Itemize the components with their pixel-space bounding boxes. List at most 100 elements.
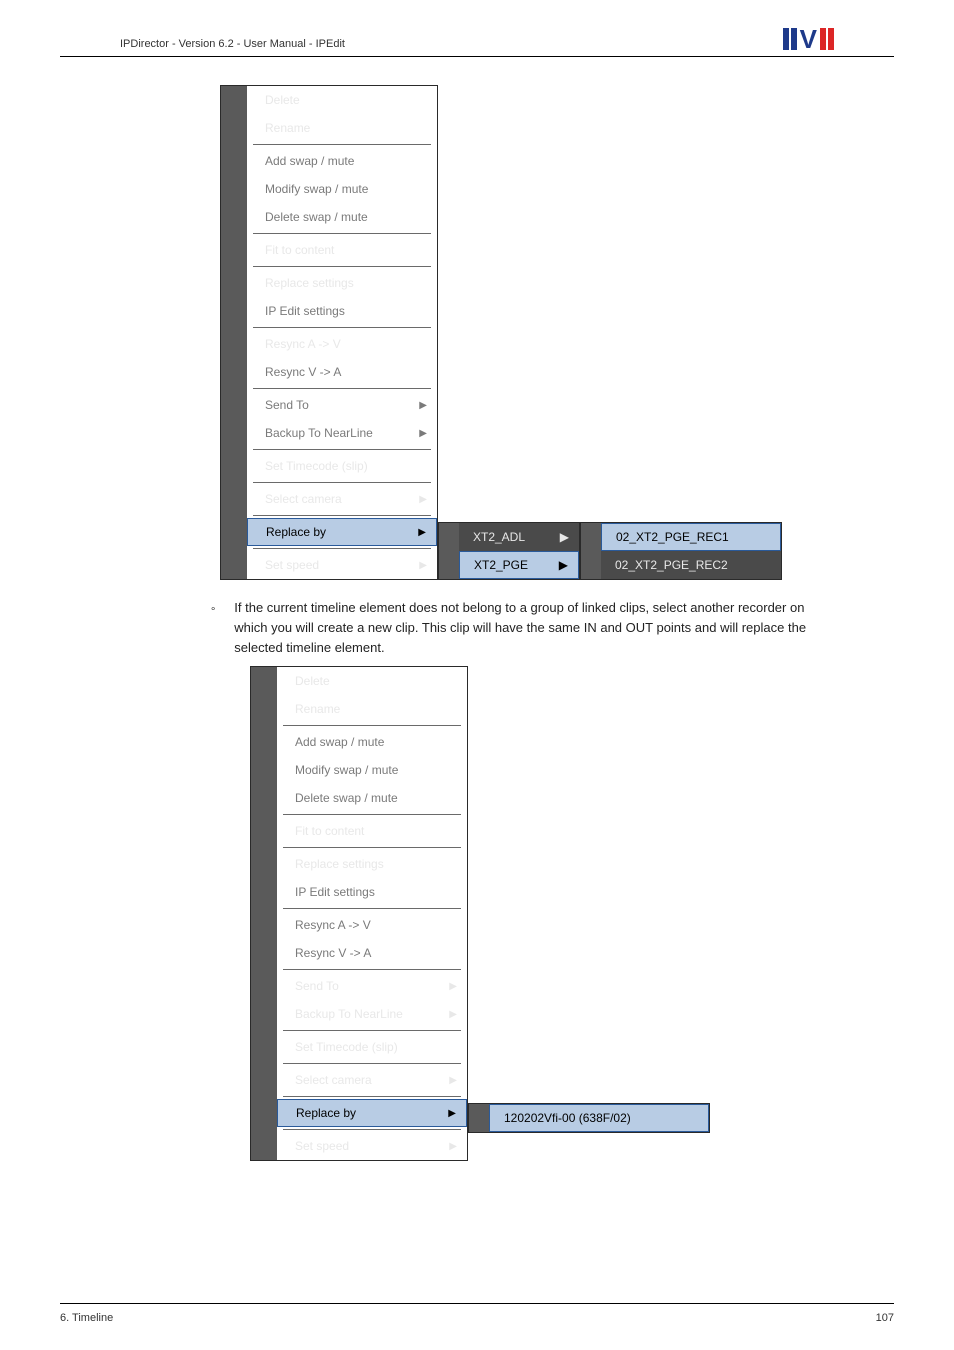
logo-v-icon: V [800,28,817,50]
menu-select-camera-label: Select camera [295,1073,372,1087]
menu-replace-by-label: Replace by [266,525,326,539]
footer-section: 6. Timeline [60,1312,113,1324]
menu-replace-by[interactable]: Replace by ▶ [247,518,437,546]
submenu-xt2-pge-label: XT2_PGE [474,558,528,572]
menu-modify-swap: Modify swap / mute [277,756,467,784]
menu-gutter [469,1104,489,1132]
menu-separator [283,1096,461,1097]
bullet-icon: ∘ [210,598,216,658]
submenu-recorder-item[interactable]: 120202Vfi-00 (638F/02) [489,1104,709,1132]
menu-separator [253,515,431,516]
menu-select-camera[interactable]: Select camera ▶ [247,485,437,513]
chevron-right-icon: ▶ [448,1108,456,1119]
menu-delete[interactable]: Delete [247,86,437,114]
menu-backup-label: Backup To NearLine [295,1007,403,1021]
logo-bar-left2-icon [791,28,797,50]
submenu-rec1[interactable]: 02_XT2_PGE_REC1 [601,523,781,551]
menu-separator [253,144,431,145]
menu-send-to: Send To ▶ [247,391,437,419]
menu-resync-a-v: Resync A -> V [277,911,467,939]
chevron-right-icon: ▶ [449,1141,457,1152]
submenu-recorder-single: 120202Vfi-00 (638F/02) [468,1103,710,1133]
menu-separator [283,908,461,909]
submenu-xt2-adl[interactable]: XT2_ADL ▶ [459,523,579,551]
menu-gutter [581,523,601,579]
menu-separator [283,725,461,726]
menu-select-camera-label: Select camera [265,492,342,506]
chevron-right-icon: ▶ [449,981,457,992]
menu-modify-swap: Modify swap / mute [247,175,437,203]
menu-resync-v-a: Resync V -> A [247,358,437,386]
menu-separator [253,449,431,450]
chevron-right-icon: ▶ [418,527,426,538]
menu-backup-nearline: Backup To NearLine ▶ [247,419,437,447]
menu-set-speed-label: Set speed [265,558,319,572]
menu-delete-swap: Delete swap / mute [247,203,437,231]
menu-rename[interactable]: Rename [277,695,467,723]
menu-separator [253,482,431,483]
logo: V [783,28,834,50]
menu-add-swap: Add swap / mute [277,728,467,756]
menu-gutter [221,86,247,579]
menu-replace-by[interactable]: Replace by ▶ [277,1099,467,1127]
menu-delete[interactable]: Delete [277,667,467,695]
chevron-right-icon: ▶ [449,1075,457,1086]
menu-gutter [439,523,459,579]
menu-separator [253,266,431,267]
menu-resync-v-a: Resync V -> A [277,939,467,967]
logo-bar-right-icon [820,28,826,50]
menu-send-to[interactable]: Send To ▶ [277,972,467,1000]
footer-page-number: 107 [876,1312,894,1324]
chevron-right-icon: ▶ [449,1009,457,1020]
menu-separator [283,969,461,970]
submenu-xt2-pge[interactable]: XT2_PGE ▶ [459,551,579,579]
menu-separator [283,847,461,848]
menu-separator [253,327,431,328]
menu-separator [283,1129,461,1130]
chevron-right-icon: ▶ [419,494,427,505]
menu-send-to-label: Send To [295,979,339,993]
logo-bar-left-icon [783,28,789,50]
menu-gutter [251,667,277,1160]
context-menu-1: Delete Rename Add swap / mute Modify swa… [220,85,438,580]
menu-separator [253,548,431,549]
menu-set-speed-label: Set speed [295,1139,349,1153]
chevron-right-icon: ▶ [419,400,427,411]
chevron-right-icon: ▶ [559,558,568,572]
submenu-xt2-adl-label: XT2_ADL [473,530,525,544]
menu-separator [283,1063,461,1064]
menu-set-timecode[interactable]: Set Timecode (slip) [247,452,437,480]
menu-fit-content[interactable]: Fit to content [277,817,467,845]
menu-set-timecode[interactable]: Set Timecode (slip) [277,1033,467,1061]
menu-separator [283,1030,461,1031]
menu-delete-swap: Delete swap / mute [277,784,467,812]
chevron-right-icon: ▶ [419,428,427,439]
chevron-right-icon: ▶ [419,560,427,571]
submenu-rec2[interactable]: 02_XT2_PGE_REC2 [601,551,781,579]
menu-ip-edit-settings: IP Edit settings [277,878,467,906]
menu-set-speed[interactable]: Set speed ▶ [277,1132,467,1160]
menu-replace-by-label: Replace by [296,1106,356,1120]
menu-backup-label: Backup To NearLine [265,426,373,440]
menu-rename[interactable]: Rename [247,114,437,142]
submenu-servers: XT2_ADL ▶ XT2_PGE ▶ [438,522,580,580]
menu-select-camera[interactable]: Select camera ▶ [277,1066,467,1094]
menu-backup-nearline[interactable]: Backup To NearLine ▶ [277,1000,467,1028]
menu-separator [253,388,431,389]
header-title: IPDirector - Version 6.2 - User Manual -… [120,38,345,50]
paragraph-text: If the current timeline element does not… [234,598,834,658]
submenu-recorders: 02_XT2_PGE_REC1 02_XT2_PGE_REC2 [580,522,782,580]
menu-separator [283,814,461,815]
menu-send-to-label: Send To [265,398,309,412]
menu-separator [253,233,431,234]
menu-add-swap: Add swap / mute [247,147,437,175]
menu-set-speed[interactable]: Set speed ▶ [247,551,437,579]
menu-resync-a-v[interactable]: Resync A -> V [247,330,437,358]
logo-bar-right2-icon [828,28,834,50]
menu-ip-edit-settings: IP Edit settings [247,297,437,325]
menu-replace-settings[interactable]: Replace settings [247,269,437,297]
menu-fit-content[interactable]: Fit to content [247,236,437,264]
context-menu-2: Delete Rename Add swap / mute Modify swa… [250,666,468,1161]
chevron-right-icon: ▶ [560,530,569,544]
menu-replace-settings[interactable]: Replace settings [277,850,467,878]
